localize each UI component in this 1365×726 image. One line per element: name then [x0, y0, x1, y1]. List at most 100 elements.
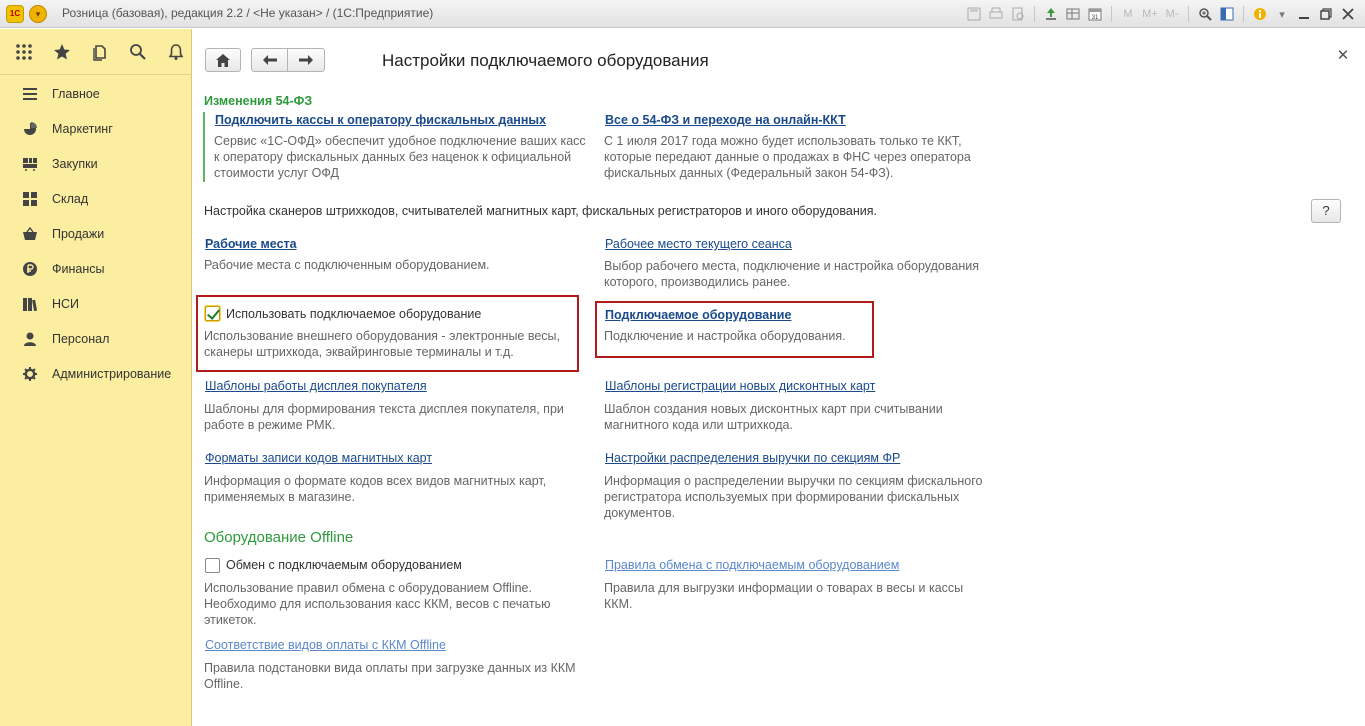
nav-item-marketing[interactable]: Маркетинг — [0, 111, 192, 146]
zoom-icon[interactable] — [1196, 5, 1214, 23]
nav-item-label: Склад — [52, 191, 89, 206]
connected-equipment-link[interactable]: Подключаемое оборудование — [605, 308, 791, 322]
workplaces-desc: Рабочие места с подключенным оборудовани… — [204, 258, 490, 272]
app-logo-icon[interactable]: 1С — [6, 5, 24, 23]
main-menu-icon[interactable]: ▾ — [29, 5, 47, 23]
nav-item-label: Финансы — [52, 261, 105, 276]
nav-item-label: НСИ — [52, 296, 80, 311]
nav-item-label: Персонал — [52, 331, 110, 346]
magnetic-formats-link[interactable]: Форматы записи кодов магнитных карт — [205, 451, 432, 465]
nav-item-purchases[interactable]: Закупки — [0, 146, 192, 181]
panel-icon[interactable] — [1218, 5, 1236, 23]
basket-icon — [22, 226, 38, 242]
help-button[interactable]: ? — [1311, 199, 1341, 223]
save-icon[interactable] — [965, 5, 983, 23]
bell-icon[interactable] — [166, 42, 186, 62]
search-icon[interactable] — [128, 42, 148, 62]
exchange-rules-desc: Правила для выгрузки информации о товара… — [604, 581, 964, 611]
minimize-icon[interactable] — [1295, 5, 1313, 23]
workplaces-link[interactable]: Рабочие места — [205, 237, 297, 251]
m-plus-icon[interactable]: M+ — [1141, 5, 1159, 23]
toolbar-separator — [1188, 6, 1189, 22]
display-templates-link[interactable]: Шаблоны работы дисплея покупателя — [205, 379, 427, 393]
toolbar-separator — [1111, 6, 1112, 22]
section-54fz-heading: Изменения 54-ФЗ — [204, 94, 313, 108]
exchange-label[interactable]: Обмен с подключаемым оборудованием — [226, 558, 462, 572]
sections-nav: Главное Маркетинг Закупки Склад Продажи — [0, 76, 192, 391]
nav-item-personnel[interactable]: Персонал — [0, 321, 192, 356]
m-minus-icon[interactable]: M- — [1163, 5, 1181, 23]
use-equipment-checkbox[interactable] — [205, 306, 220, 321]
intro-text: Настройка сканеров штрихкодов, считывате… — [204, 204, 877, 218]
books-icon — [22, 296, 38, 312]
exchange-rules-link[interactable]: Правила обмена с подключаемым оборудован… — [605, 558, 899, 572]
nav-item-administration[interactable]: Администрирование — [0, 356, 192, 391]
nav-item-nsi[interactable]: НСИ — [0, 286, 192, 321]
nav-item-label: Главное — [52, 86, 100, 101]
ofd-connect-desc: Сервис «1С-ОФД» обеспечит удобное подклю… — [214, 134, 586, 180]
connected-equipment-desc: Подключение и настройка оборудования. — [604, 329, 846, 343]
close-window-icon[interactable] — [1339, 5, 1357, 23]
card-templates-link[interactable]: Шаблоны регистрации новых дисконтных кар… — [605, 379, 875, 393]
marketing-icon — [22, 121, 38, 137]
warehouse-icon — [22, 191, 38, 207]
nav-item-sales[interactable]: Продажи — [0, 216, 192, 251]
sections-toolbar — [0, 29, 192, 75]
window-title: Розница (базовая), редакция 2.2 / <Не ук… — [62, 6, 434, 20]
history-icon[interactable] — [90, 42, 110, 62]
nav-item-label: Администрирование — [52, 366, 172, 381]
offline-heading: Оборудование Offline — [204, 529, 354, 546]
nav-item-finance[interactable]: Финансы — [0, 251, 192, 286]
nav-item-label: Закупки — [52, 156, 98, 171]
preview-icon[interactable] — [1009, 5, 1027, 23]
back-button[interactable] — [251, 48, 288, 72]
arrow-left-icon — [262, 55, 277, 65]
arrow-right-icon — [299, 55, 313, 65]
dropdown-icon[interactable]: ▾ — [1273, 5, 1291, 23]
current-workplace-link[interactable]: Рабочее место текущего сеанса — [605, 237, 792, 251]
star-icon[interactable] — [52, 42, 72, 62]
titlebar-toolbar: 31 M M+ M- ▾ — [965, 4, 1357, 24]
payment-mapping-desc: Правила подстановки вида оплаты при загр… — [204, 661, 576, 691]
settings-form: Настройки подключаемого оборудования ✕ И… — [193, 29, 1365, 726]
nav-item-warehouse[interactable]: Склад — [0, 181, 192, 216]
ofd-connect-link[interactable]: Подключить кассы к оператору фискальных … — [215, 113, 546, 127]
use-equipment-desc: Использование внешнего оборудования - эл… — [204, 329, 561, 359]
toolbar-separator — [1243, 6, 1244, 22]
display-templates-desc: Шаблоны для формирования текста дисплея … — [204, 402, 564, 432]
magnetic-formats-desc: Информация о формате кодов всех видов ма… — [204, 474, 547, 504]
revenue-distribution-link[interactable]: Настройки распределения выручки по секци… — [605, 451, 900, 465]
sections-panel: Главное Маркетинг Закупки Склад Продажи — [0, 29, 192, 726]
payment-mapping-link[interactable]: Соответствие видов оплаты с ККМ Offline — [205, 638, 446, 652]
table-icon[interactable] — [1064, 5, 1082, 23]
section-54fz-marker — [203, 112, 205, 182]
calendar-icon[interactable]: 31 — [1086, 5, 1104, 23]
person-icon — [22, 331, 38, 347]
print-icon[interactable] — [987, 5, 1005, 23]
cart-icon — [22, 156, 38, 172]
apps-icon[interactable] — [14, 42, 34, 62]
ruble-icon — [22, 261, 38, 277]
info-icon[interactable] — [1251, 5, 1269, 23]
exchange-desc: Использование правил обмена с оборудован… — [204, 581, 551, 627]
about-54fz-link[interactable]: Все о 54-ФЗ и переходе на онлайн-ККТ — [605, 113, 846, 127]
svg-text:31: 31 — [1092, 15, 1099, 21]
card-templates-desc: Шаблон создания новых дисконтных карт пр… — [604, 402, 943, 432]
current-workplace-desc: Выбор рабочего места, подключение и наст… — [604, 259, 979, 289]
upload-icon[interactable] — [1042, 5, 1060, 23]
toolbar-separator — [1034, 6, 1035, 22]
forward-button[interactable] — [287, 48, 325, 72]
restore-icon[interactable] — [1317, 5, 1335, 23]
close-form-icon[interactable]: ✕ — [1335, 48, 1351, 64]
home-button[interactable] — [205, 48, 241, 72]
gear-icon — [22, 366, 38, 382]
nav-item-main[interactable]: Главное — [0, 76, 192, 111]
nav-item-label: Маркетинг — [52, 121, 113, 136]
page-title: Настройки подключаемого оборудования — [382, 51, 709, 70]
exchange-checkbox[interactable] — [205, 558, 220, 573]
home-icon — [216, 53, 230, 67]
menu-lines-icon — [22, 86, 38, 102]
m-icon[interactable]: M — [1119, 5, 1137, 23]
use-equipment-label[interactable]: Использовать подключаемое оборудование — [226, 307, 481, 321]
about-54fz-desc: С 1 июля 2017 года можно будет использов… — [604, 134, 971, 180]
